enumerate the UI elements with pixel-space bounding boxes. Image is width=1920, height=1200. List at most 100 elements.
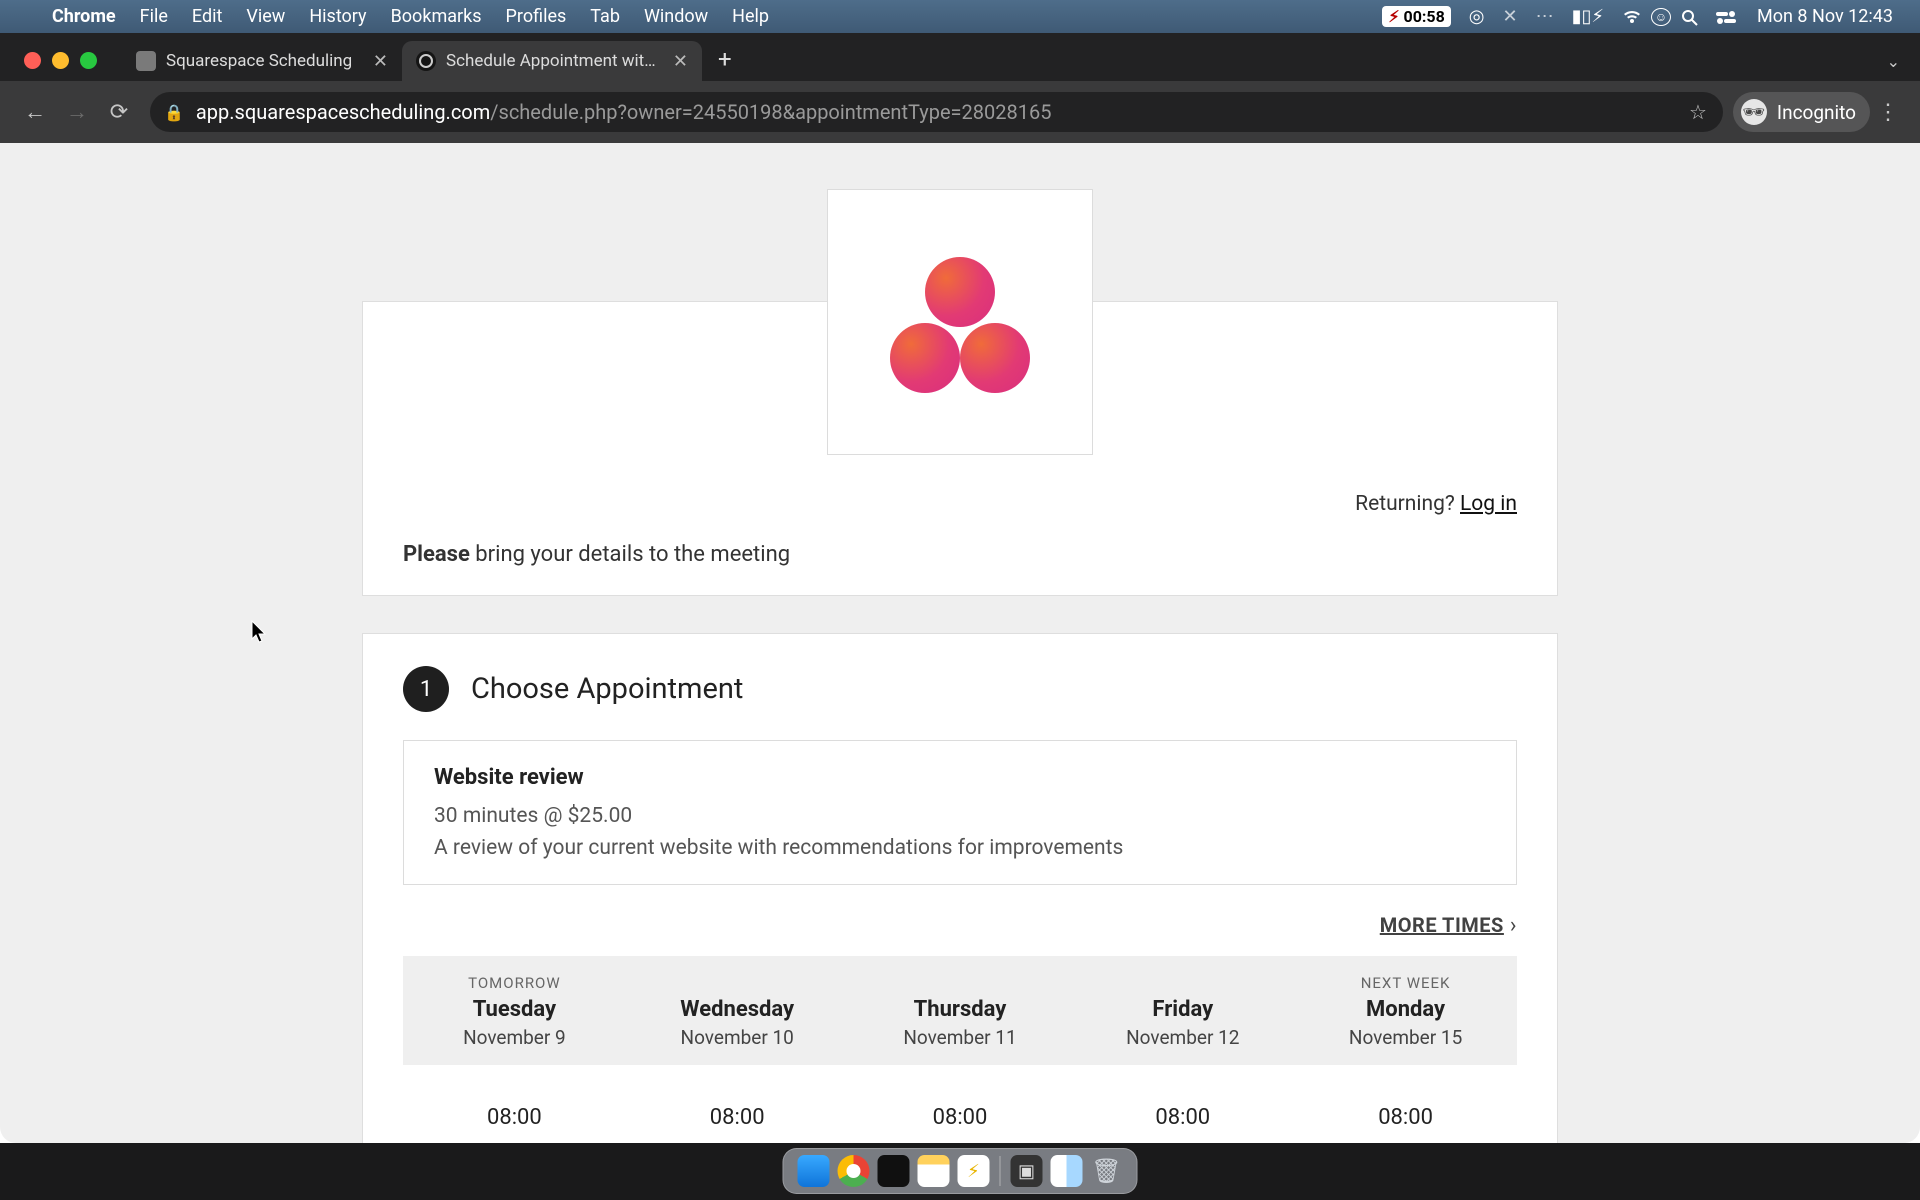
day-tag	[626, 974, 849, 993]
timeslot[interactable]: 08:00	[849, 1105, 1072, 1130]
chrome-window: Squarespace Scheduling ✕ Schedule Appoin…	[0, 33, 1920, 143]
step-title: Choose Appointment	[471, 672, 743, 706]
tabs-overflow-button[interactable]: ⌄	[1887, 52, 1920, 81]
menu-profiles[interactable]: Profiles	[494, 0, 579, 33]
close-tab-icon[interactable]: ✕	[373, 51, 388, 72]
menu-file[interactable]: File	[128, 0, 180, 33]
appointment-type-card[interactable]: Website review 30 minutes @ $25.00 A rev…	[403, 740, 1517, 885]
menubar-clock[interactable]: Mon 8 Nov 12:43	[1745, 6, 1902, 27]
address-bar[interactable]: 🔒 app.squarespacescheduling.com/schedule…	[150, 92, 1723, 132]
dock-chrome[interactable]	[838, 1155, 870, 1187]
menu-view[interactable]: View	[234, 0, 297, 33]
tab-favicon-scheduling-icon	[416, 51, 436, 71]
status-icon-1[interactable]: ◎	[1460, 6, 1494, 27]
mac-menubar: Chrome File Edit View History Bookmarks …	[0, 0, 1920, 33]
returning-text: Returning?	[1355, 492, 1460, 516]
tab-schedule[interactable]: Schedule Appointment with UI ✕	[402, 41, 702, 81]
day-tag: NEXT WEEK	[1294, 974, 1517, 993]
day-col-4[interactable]: NEXT WEEK Monday November 15	[1294, 974, 1517, 1049]
day-col-3[interactable]: Friday November 12	[1071, 974, 1294, 1049]
timeslot[interactable]: 08:00	[626, 1105, 849, 1130]
forward-button[interactable]: →	[56, 99, 98, 125]
day-col-1[interactable]: Wednesday November 10	[626, 974, 849, 1049]
dock-app-camera[interactable]: ▣	[1011, 1155, 1043, 1187]
business-logo	[827, 189, 1093, 455]
dock-minimized-window[interactable]	[1051, 1155, 1083, 1187]
tab-squarespace[interactable]: Squarespace Scheduling ✕	[122, 41, 402, 81]
day-date: November 10	[626, 1026, 849, 1049]
status-icon-2[interactable]: ✕	[1494, 6, 1527, 27]
timeslot[interactable]: 08:00	[403, 1105, 626, 1130]
bookmark-star-icon[interactable]: ☆	[1689, 100, 1707, 124]
spotlight-icon[interactable]	[1671, 8, 1707, 26]
reload-button[interactable]: ⟳	[98, 100, 140, 125]
dock-separator	[1000, 1156, 1001, 1186]
logo-dots-icon	[890, 257, 1030, 387]
meeting-note: Please bring your details to the meeting	[403, 542, 1517, 567]
appointment-name: Website review	[434, 765, 1486, 790]
chevron-right-icon: ›	[1510, 913, 1517, 938]
menu-help[interactable]: Help	[720, 0, 781, 33]
battery-icon[interactable]: ▮▯⚡︎	[1563, 6, 1613, 27]
tab-title: Squarespace Scheduling	[166, 51, 363, 71]
day-col-0[interactable]: TOMORROW Tuesday November 9	[403, 974, 626, 1049]
note-bold: Please	[403, 542, 470, 567]
day-date: November 12	[1071, 1026, 1294, 1049]
more-times-link[interactable]: MORE TIMES	[1380, 913, 1504, 937]
menu-bookmarks[interactable]: Bookmarks	[379, 0, 494, 33]
incognito-label: Incognito	[1777, 101, 1856, 124]
new-tab-button[interactable]: +	[702, 45, 748, 81]
day-of-week: Thursday	[849, 997, 1072, 1022]
dates-header: TOMORROW Tuesday November 9 Wednesday No…	[403, 956, 1517, 1065]
appointment-desc: A review of your current website with re…	[434, 836, 1486, 860]
note-rest: bring your details to the meeting	[470, 542, 790, 567]
day-of-week: Wednesday	[626, 997, 849, 1022]
page-viewport: Returning? Log in Please bring your deta…	[0, 143, 1920, 1143]
menu-history[interactable]: History	[297, 0, 378, 33]
day-tag	[1071, 974, 1294, 993]
step-header: 1 Choose Appointment	[403, 666, 1517, 712]
incognito-icon: 🕶	[1741, 99, 1767, 125]
menu-window[interactable]: Window	[632, 0, 720, 33]
url-host: app.squarespacescheduling.com	[196, 100, 490, 124]
menu-app[interactable]: Chrome	[40, 0, 128, 33]
dock-trash[interactable]: 🗑	[1091, 1155, 1123, 1187]
status-icon-3[interactable]: ⋯	[1527, 6, 1563, 27]
timeslot[interactable]: 08:00	[1294, 1105, 1517, 1130]
control-center-icon[interactable]	[1707, 10, 1745, 24]
dock-terminal[interactable]	[878, 1155, 910, 1187]
choose-appointment-panel: 1 Choose Appointment Website review 30 m…	[362, 633, 1558, 1147]
more-times-row: MORE TIMES›	[403, 913, 1517, 938]
close-tab-icon[interactable]: ✕	[673, 51, 688, 72]
day-tag	[849, 974, 1072, 993]
user-icon[interactable]: ☺	[1651, 8, 1671, 26]
login-link[interactable]: Log in	[1460, 492, 1517, 516]
window-controls	[10, 52, 122, 81]
incognito-badge[interactable]: 🕶 Incognito	[1733, 92, 1870, 132]
timeslot-row: 08:00 08:00 08:00 08:00 08:00	[403, 1065, 1517, 1146]
menu-edit[interactable]: Edit	[180, 0, 234, 33]
zoom-window-button[interactable]	[80, 52, 97, 69]
battery-time: 00:58	[1404, 7, 1445, 26]
lock-icon: 🔒	[164, 103, 184, 122]
tab-title: Schedule Appointment with UI	[446, 51, 663, 71]
step-number-badge: 1	[403, 666, 449, 712]
day-of-week: Monday	[1294, 997, 1517, 1022]
dock-app-bolt[interactable]: ⚡︎	[958, 1155, 990, 1187]
day-col-2[interactable]: Thursday November 11	[849, 974, 1072, 1049]
chrome-menu-button[interactable]: ⋮	[1870, 100, 1906, 125]
dock-notes[interactable]	[918, 1155, 950, 1187]
minimize-window-button[interactable]	[52, 52, 69, 69]
timeslot[interactable]: 08:00	[1071, 1105, 1294, 1130]
menu-tab[interactable]: Tab	[578, 0, 632, 33]
tab-favicon-cube-icon	[136, 51, 156, 71]
day-of-week: Friday	[1071, 997, 1294, 1022]
wifi-icon[interactable]	[1613, 9, 1651, 25]
dock-finder[interactable]	[798, 1155, 830, 1187]
close-window-button[interactable]	[24, 52, 41, 69]
url-path: /schedule.php?owner=24550198&appointment…	[490, 100, 1051, 124]
battery-status[interactable]: ⚡︎00:58	[1373, 6, 1459, 27]
back-button[interactable]: ←	[14, 99, 56, 125]
browser-toolbar: ← → ⟳ 🔒 app.squarespacescheduling.com/sc…	[0, 81, 1920, 143]
day-of-week: Tuesday	[403, 997, 626, 1022]
